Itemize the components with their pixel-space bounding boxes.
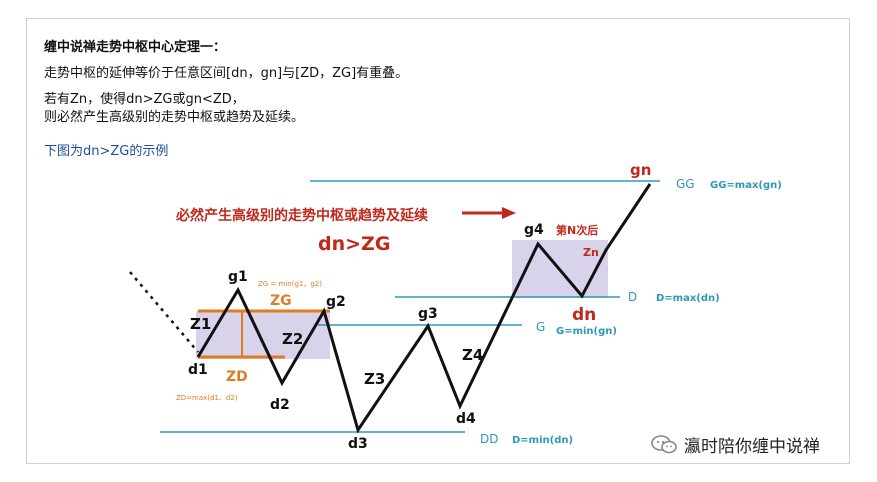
g2-label: g2 (326, 294, 346, 310)
wechat-icon (651, 434, 677, 453)
z2-label: Z2 (282, 330, 303, 348)
z1-label: Z1 (190, 315, 211, 333)
z3-label: Z3 (364, 370, 385, 388)
pivot-diagram: 必然产生高级别的走势中枢或趋势及延续 dn>ZG 第N次后 gn dn Zn g… (129, 161, 782, 452)
watermark: 瀛时陪你缠中说禅 (650, 432, 820, 457)
g1-label: g1 (228, 269, 248, 285)
d1-label: d1 (188, 362, 208, 378)
watermark-text: 瀛时陪你缠中说禅 (684, 437, 820, 457)
zd-formula: ZD=max(d1、d2) (176, 394, 238, 402)
condition-label: dn>ZG (318, 233, 390, 255)
g-label: G (536, 320, 545, 334)
z4-label: Z4 (462, 346, 483, 364)
d-label: D (628, 290, 637, 304)
g4-label: g4 (524, 222, 544, 238)
zn-label: Zn (583, 246, 599, 259)
dd-formula: D=min(dn) (512, 435, 573, 446)
g3-label: g3 (418, 306, 438, 322)
nth-time-label: 第N次后 (556, 223, 598, 237)
zd-label: ZD (226, 369, 248, 385)
g-formula: G=min(gn) (556, 326, 617, 337)
d3-label: d3 (348, 436, 368, 452)
arrow-head (502, 207, 516, 219)
dd-label: DD (480, 432, 498, 446)
zg-formula: ZG = min(g1，g2) (258, 280, 322, 288)
headline-text: 必然产生高级别的走势中枢或趋势及延续 (175, 207, 428, 224)
zg-label: ZG (270, 293, 292, 309)
d2-label: d2 (270, 397, 290, 413)
gg-label: GG (676, 177, 695, 191)
dn-label: dn (572, 305, 596, 325)
d-formula: D=max(dn) (656, 293, 720, 304)
gg-formula: GG=max(gn) (710, 180, 782, 191)
gn-label: gn (630, 161, 651, 179)
entry-dotted-line (129, 271, 199, 353)
d4-label: d4 (456, 411, 476, 427)
